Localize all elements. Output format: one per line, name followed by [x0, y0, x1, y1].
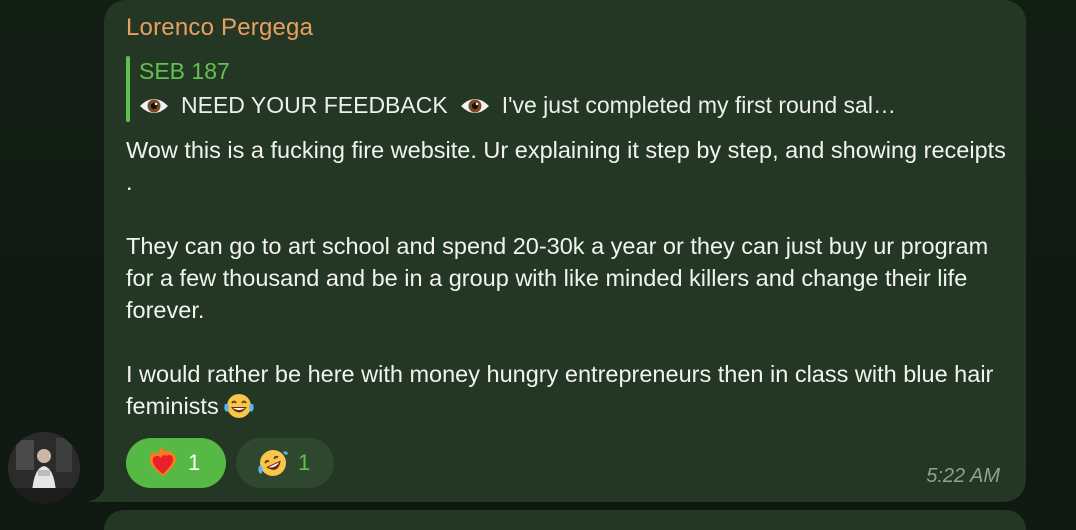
- tears-of-joy-icon: [224, 394, 254, 418]
- sender-avatar[interactable]: [8, 432, 80, 504]
- reaction-count: 1: [298, 450, 311, 475]
- reply-preview-body: I've just completed my first round sal…: [501, 92, 896, 118]
- message-timestamp: 5:22 AM: [926, 465, 1000, 487]
- reply-preview[interactable]: SEB 187 NEED YOUR FEEDBACK I've just com…: [126, 56, 1006, 122]
- message-text: Wow this is a fucking fire website. Ur e…: [126, 134, 1006, 422]
- reply-accent-bar: [126, 56, 130, 122]
- message-paragraph-text: I would rather be here with money hungry…: [126, 361, 994, 419]
- message-paragraph: They can go to art school and spend 20-3…: [126, 233, 989, 323]
- message-paragraph: I would rather be here with money hungry…: [126, 358, 1006, 422]
- reaction-heart-on-fire[interactable]: 1: [126, 438, 226, 488]
- reply-preview-text: NEED YOUR FEEDBACK I've just completed m…: [139, 92, 896, 119]
- avatar-photo-icon: [8, 432, 80, 504]
- eye-icon: [139, 95, 169, 117]
- eye-icon: [460, 95, 490, 117]
- reply-author: SEB 187: [139, 58, 230, 84]
- rofl-icon: [258, 450, 288, 476]
- message-paragraph: Wow this is a fucking fire website. Ur e…: [126, 137, 1006, 195]
- heart-on-fire-icon: [149, 447, 176, 476]
- reply-preview-title: NEED YOUR FEEDBACK: [181, 92, 448, 118]
- reaction-count: 1: [188, 450, 201, 475]
- reaction-rofl[interactable]: 1: [236, 438, 334, 488]
- sender-name[interactable]: Lorenco Pergega: [126, 14, 313, 42]
- next-message-bubble[interactable]: [104, 510, 1026, 530]
